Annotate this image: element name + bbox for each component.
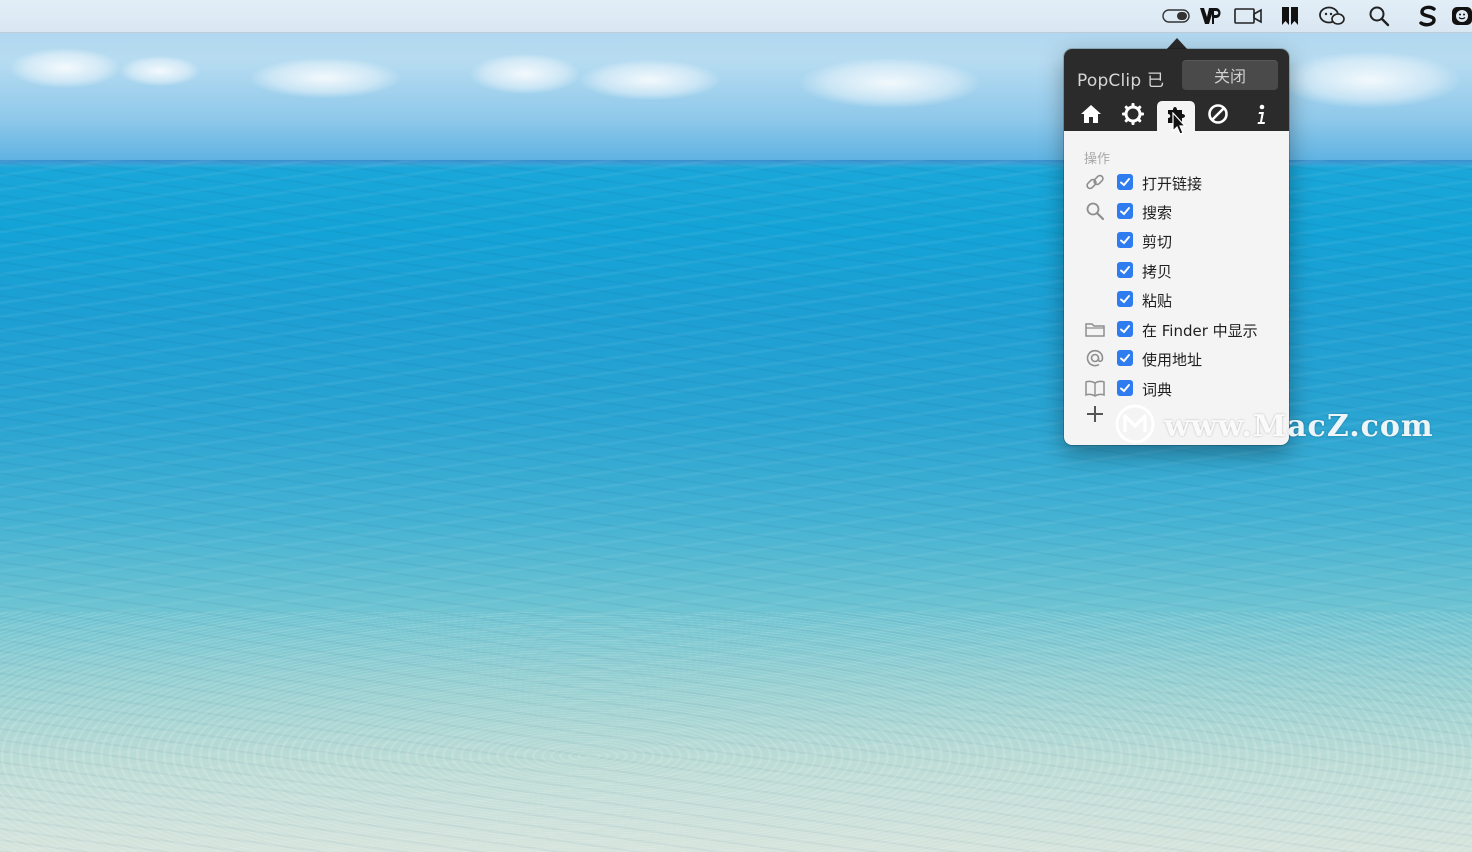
action-label: 使用地址 <box>1142 351 1203 369</box>
cloud <box>580 60 720 100</box>
close-button[interactable]: 关闭 <box>1182 60 1278 90</box>
plus-icon[interactable] <box>1084 403 1106 425</box>
tab-excluded-apps[interactable] <box>1199 101 1237 131</box>
cloud <box>800 58 980 108</box>
gear-icon <box>1121 102 1145 130</box>
book-icon <box>1084 378 1106 398</box>
s-app-icon[interactable] <box>1416 4 1440 28</box>
search-icon <box>1084 201 1106 221</box>
watermark: www.MacZ.com <box>1114 404 1434 448</box>
spotlight-search-icon[interactable] <box>1366 4 1392 28</box>
popclip-preferences-popover: PopClip 已 关闭 操作 打开链接 搜索 剪切 拷贝 粘贴 在 Finde… <box>1064 49 1289 445</box>
action-row-reveal-in-finder: 在 Finder 中显示 <box>1064 315 1289 343</box>
mouse-pointer-icon <box>1171 111 1187 140</box>
cloud <box>250 58 400 98</box>
actions-panel: 操作 打开链接 搜索 剪切 拷贝 粘贴 在 Finder 中显示 使用地址 词典 <box>1064 131 1289 445</box>
action-checkbox[interactable] <box>1117 203 1133 219</box>
action-row-search: 搜索 <box>1064 197 1289 225</box>
bookmark-app-icon[interactable] <box>1278 4 1302 28</box>
action-label: 拷贝 <box>1142 263 1173 281</box>
toggle-icon[interactable] <box>1160 4 1192 28</box>
tab-home[interactable] <box>1072 101 1110 131</box>
app-title: PopClip 已 <box>1077 71 1165 91</box>
action-label: 搜索 <box>1142 204 1173 222</box>
cloud <box>120 56 200 86</box>
cloud <box>470 54 580 94</box>
action-checkbox[interactable] <box>1117 380 1133 396</box>
action-label: 粘贴 <box>1142 292 1173 310</box>
info-icon <box>1254 103 1268 129</box>
action-row-use-address: 使用地址 <box>1064 344 1289 372</box>
prohibited-icon <box>1207 103 1229 129</box>
cloud <box>1280 52 1460 108</box>
action-checkbox[interactable] <box>1117 232 1133 248</box>
action-checkbox[interactable] <box>1117 321 1133 337</box>
tab-about[interactable] <box>1242 101 1280 131</box>
macz-logo-icon <box>1114 403 1156 449</box>
action-checkbox[interactable] <box>1117 262 1133 278</box>
action-row-cut: 剪切 <box>1064 226 1289 254</box>
section-label: 操作 <box>1084 152 1111 167</box>
action-label: 在 Finder 中显示 <box>1142 322 1258 340</box>
tab-settings[interactable] <box>1114 101 1152 131</box>
menu-bar <box>0 0 1472 33</box>
action-checkbox[interactable] <box>1117 291 1133 307</box>
video-camera-icon[interactable] <box>1232 4 1264 28</box>
vp-app-icon[interactable] <box>1197 4 1225 28</box>
watermark-text: www.MacZ.com <box>1164 408 1434 444</box>
smiley-app-icon[interactable] <box>1450 4 1472 28</box>
home-icon <box>1080 103 1102 129</box>
folder-icon <box>1084 319 1106 339</box>
sand-texture <box>0 612 1472 852</box>
cloud <box>10 48 120 88</box>
action-label: 剪切 <box>1142 233 1173 251</box>
action-checkbox[interactable] <box>1117 174 1133 190</box>
action-row-paste: 粘贴 <box>1064 285 1289 313</box>
action-label: 词典 <box>1142 381 1173 399</box>
chat-bubbles-icon[interactable] <box>1316 4 1348 28</box>
action-row-dictionary: 词典 <box>1064 374 1289 402</box>
action-row-copy: 拷贝 <box>1064 256 1289 284</box>
at-icon <box>1084 348 1106 368</box>
action-checkbox[interactable] <box>1117 350 1133 366</box>
link-icon <box>1084 172 1106 192</box>
action-row-open-link: 打开链接 <box>1064 168 1289 196</box>
action-label: 打开链接 <box>1142 175 1203 193</box>
